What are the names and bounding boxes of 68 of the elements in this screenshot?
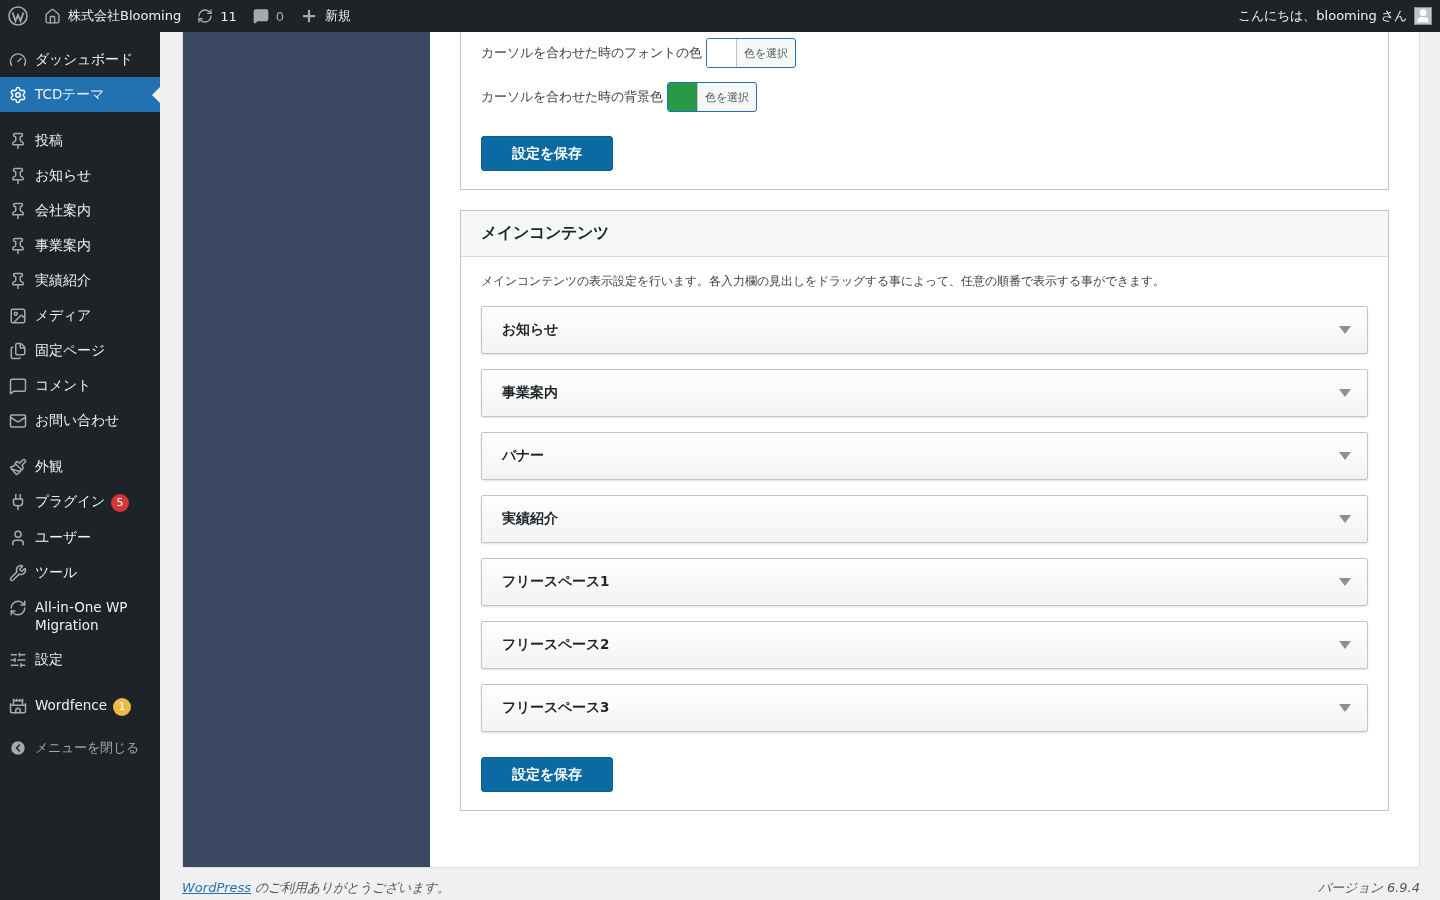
sidebar-item[interactable]: お問い合わせ (0, 403, 160, 438)
castle-icon (9, 697, 27, 715)
sidebar-item[interactable]: All-in-One WP Migration (0, 590, 160, 642)
accordion-header[interactable]: バナー (481, 432, 1368, 480)
comment-count: 0 (275, 8, 285, 24)
comment-icon (9, 377, 27, 395)
sidebar-item[interactable]: Wordfence 1 (0, 688, 160, 724)
collapse-menu-button[interactable]: メニューを閉じる (0, 735, 148, 761)
accordion-header[interactable]: フリースペース3 (481, 684, 1368, 732)
count-badge: 5 (111, 494, 129, 512)
accordion-header[interactable]: 事業案内 (481, 369, 1368, 417)
new-link[interactable]: 新規 (300, 7, 352, 25)
pin-icon (9, 202, 27, 220)
count-badge: 1 (113, 698, 132, 716)
collapse-icon (9, 739, 27, 757)
gauge-icon (9, 51, 27, 69)
settings-icon (9, 86, 27, 104)
avatar-icon (1414, 7, 1432, 25)
section-description: メインコンテンツの表示設定を行います。各入力欄の見出しをドラッグする事によって、任意の順番で表示する事ができます。 (481, 273, 1166, 290)
comment-icon (252, 8, 269, 24)
site-name-link[interactable]: 株式会社Blooming (44, 7, 182, 25)
pin-icon (9, 167, 27, 185)
sidebar-item[interactable]: プラグイン 5 (0, 484, 160, 520)
comments-link[interactable]: 0 (252, 8, 285, 24)
accordion-header[interactable]: フリースペース1 (481, 558, 1368, 606)
sidebar-item[interactable]: ダッシュボード (0, 42, 160, 77)
color-picker-button[interactable]: 色を選択 (667, 82, 757, 112)
refresh-icon (9, 599, 27, 617)
updates-link[interactable]: 11 (197, 8, 237, 24)
pin-icon (9, 132, 27, 150)
sidebar-item[interactable]: 会社案内 (0, 193, 160, 228)
home-icon (44, 7, 61, 25)
pages-icon (9, 342, 27, 360)
sidebar-item[interactable]: コメント (0, 368, 160, 403)
pin-icon (9, 272, 27, 290)
wrench-icon (9, 564, 27, 582)
sidebar-item[interactable]: TCDテーマ (0, 77, 160, 112)
color-picker-button[interactable]: 色を選択 (706, 38, 796, 68)
sidebar-item[interactable]: お知らせ (0, 158, 160, 193)
pin-icon (9, 237, 27, 255)
accordion-header[interactable]: お知らせ (481, 306, 1368, 354)
save-button[interactable]: 設定を保存 (481, 136, 613, 171)
footer-thanks: WordPress のご利用ありがとうございます。 (182, 879, 451, 897)
wordpress-link[interactable]: WordPress (182, 880, 252, 895)
account-link[interactable]: こんにちは、blooming さん (1238, 7, 1432, 25)
sidebar-item[interactable]: メディア (0, 298, 160, 333)
mail-icon (9, 412, 27, 430)
logo-icon[interactable] (8, 6, 28, 26)
sidebar-item[interactable]: 設定 (0, 642, 160, 677)
sidebar-item[interactable]: 外観 (0, 449, 160, 484)
accordion-header[interactable]: フリースペース2 (481, 621, 1368, 669)
paintbrush-icon (9, 458, 27, 476)
save-button[interactable]: 設定を保存 (481, 757, 613, 792)
refresh-icon (197, 8, 214, 24)
version-text: バージョン 6.9.4 (1317, 879, 1420, 897)
sidebar-item[interactable]: 投稿 (0, 123, 160, 158)
sidebar-item[interactable]: ユーザー (0, 520, 160, 555)
color-label: カーソルを合わせた時のフォントの色 (481, 44, 702, 62)
sidebar-item[interactable]: 実績紹介 (0, 263, 160, 298)
color-label: カーソルを合わせた時の背景色 (481, 88, 663, 106)
sidebar-item[interactable]: 固定ページ (0, 333, 160, 368)
sidebar-item[interactable]: 事業案内 (0, 228, 160, 263)
sliders-icon (9, 651, 27, 669)
accordion-header[interactable]: 実績紹介 (481, 495, 1368, 543)
user-icon (9, 529, 27, 547)
media-icon (9, 307, 27, 325)
sidebar-item[interactable]: ツール (0, 555, 160, 590)
section-title: メインコンテンツ (461, 211, 1388, 257)
